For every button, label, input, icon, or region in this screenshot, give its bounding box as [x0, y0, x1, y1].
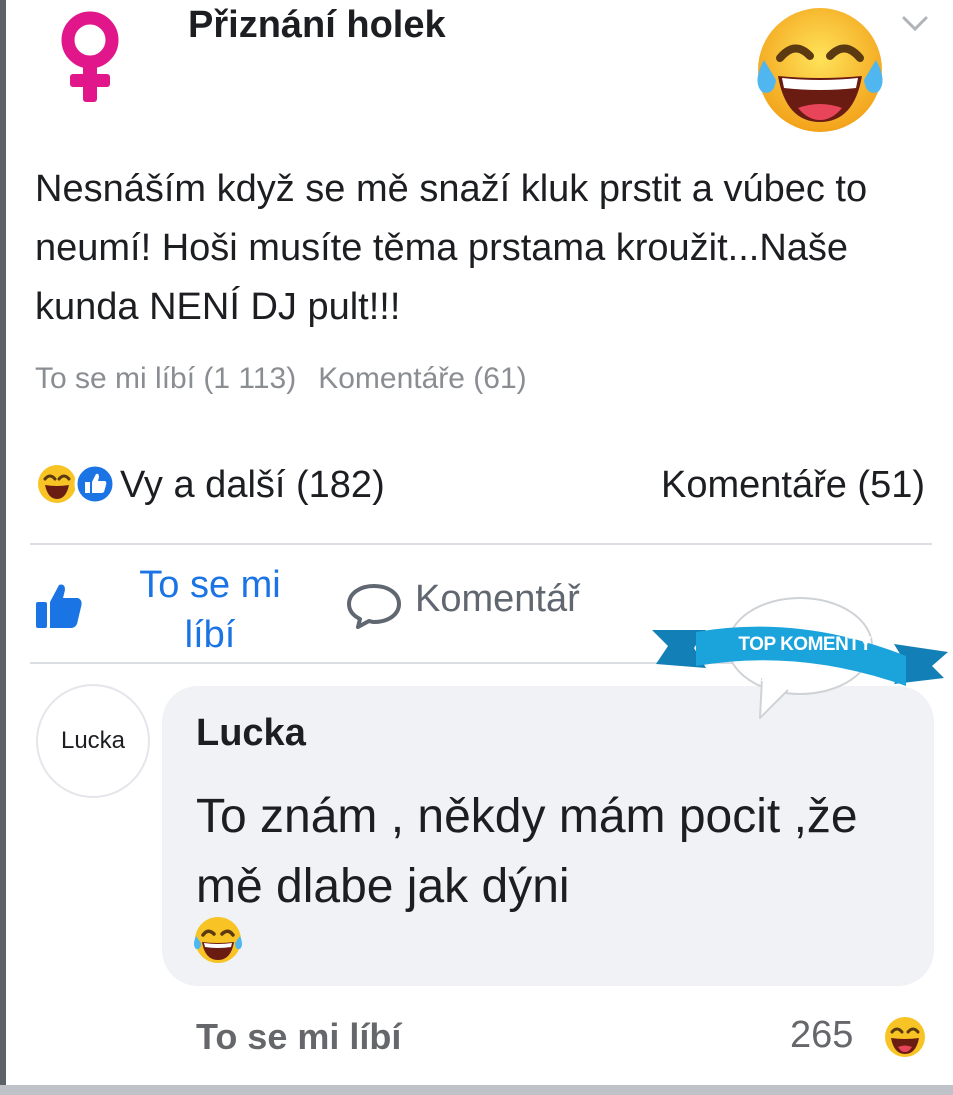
group-name[interactable]: Přiznání holek [188, 4, 446, 47]
screen-edge-bottom [0, 1085, 953, 1095]
laughing-emoji-icon [38, 465, 76, 503]
comment-like-button[interactable]: To se mi líbí [196, 1016, 401, 1058]
divider [30, 543, 932, 545]
venus-symbol-icon [61, 11, 119, 102]
avatar[interactable]: Lucka [36, 684, 150, 798]
comment-author[interactable]: Lucka [196, 712, 306, 755]
chevron-down-icon[interactable] [900, 14, 930, 34]
thumbs-up-icon [74, 463, 116, 505]
reaction-icons[interactable] [35, 462, 117, 506]
original-post-stats: To se mi líbí (1 113) Komentáře (61) [35, 362, 549, 396]
comment-text: To znám , někdy mám pocit ,že mě dlabe j… [196, 790, 858, 913]
original-comments-count[interactable]: Komentáře (61) [318, 362, 526, 395]
screen-edge-left [0, 0, 6, 1095]
laughing-tears-emoji-icon [757, 8, 883, 132]
original-likes-count[interactable]: To se mi líbí (1 113) [35, 362, 296, 395]
comment-bubble-icon[interactable] [345, 582, 403, 630]
comments-count[interactable]: Komentáře (51) [661, 464, 925, 507]
comment-button[interactable]: Komentář [415, 578, 580, 621]
laughing-emoji-icon[interactable] [882, 1014, 928, 1060]
post-text: Nesnáším když se mě snaží kluk prstit a … [35, 168, 868, 328]
comment-reaction-count[interactable]: 265 [790, 1014, 853, 1057]
laughing-tears-emoji-icon [194, 917, 242, 963]
top-comment-badge-label: TOP KOMENTY [738, 634, 872, 655]
reactions-summary[interactable]: Vy a další (182) [120, 464, 385, 507]
top-comment-badge [652, 597, 948, 719]
like-button[interactable]: To se mi líbí [110, 560, 310, 660]
thumbs-up-icon[interactable] [34, 580, 84, 630]
